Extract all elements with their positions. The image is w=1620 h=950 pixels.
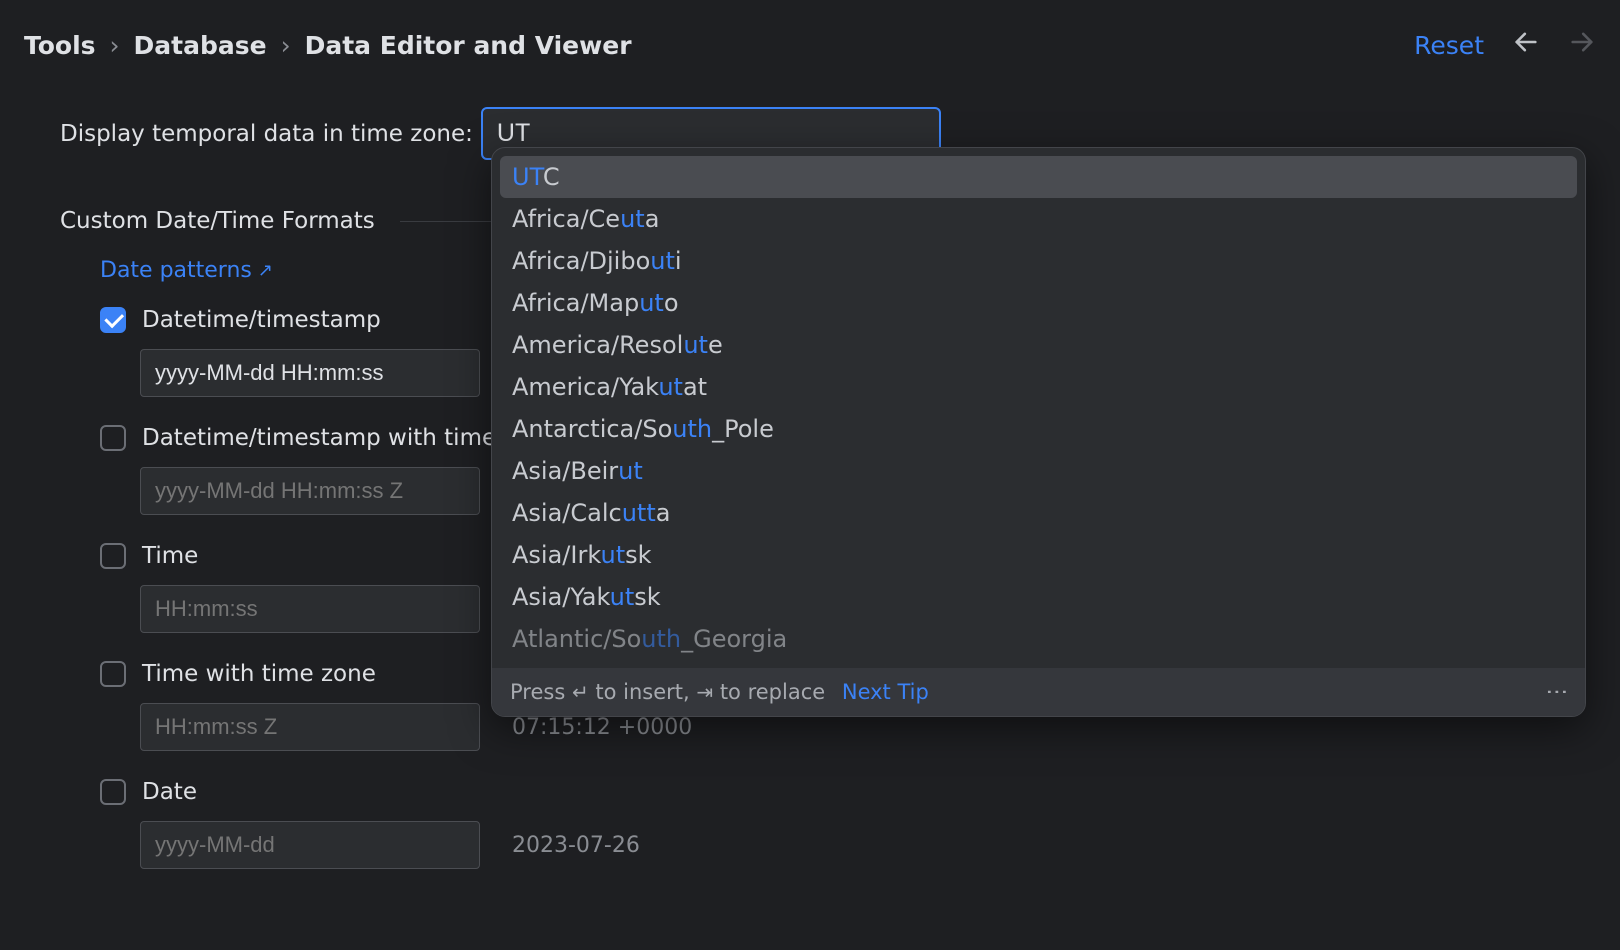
format-group: Date 2023-07-26 — [100, 779, 1576, 869]
format-label: Date — [142, 779, 197, 805]
dropdown-option[interactable]: Asia/Yakutsk — [500, 576, 1577, 618]
format-example: 2023-07-26 — [512, 833, 640, 858]
format-input[interactable] — [140, 349, 480, 397]
breadcrumb: Tools › Database › Data Editor and Viewe… — [24, 31, 632, 60]
dropdown-hint: Press ↵ to insert, ⇥ to replace Next Tip — [510, 680, 929, 704]
dropdown-option[interactable]: Antarctica/South_Pole — [500, 408, 1577, 450]
format-checkbox[interactable] — [100, 425, 126, 451]
format-input-row: 2023-07-26 — [140, 821, 1576, 869]
format-checkbox-row: Date — [100, 779, 1576, 805]
dropdown-option[interactable]: America/Resolute — [500, 324, 1577, 366]
reset-button[interactable]: Reset — [1414, 31, 1484, 60]
format-input[interactable] — [140, 821, 480, 869]
breadcrumb-item-tools[interactable]: Tools — [24, 31, 96, 60]
timezone-label: Display temporal data in time zone: — [60, 121, 473, 147]
dropdown-option[interactable]: Asia/Irkutsk — [500, 534, 1577, 576]
format-checkbox[interactable] — [100, 543, 126, 569]
format-checkbox[interactable] — [100, 307, 126, 333]
format-label: Time with time zone — [142, 661, 376, 687]
format-checkbox[interactable] — [100, 779, 126, 805]
enter-key-icon: ↵ — [572, 680, 589, 704]
dropdown-option[interactable]: Africa/Ceuta — [500, 198, 1577, 240]
date-patterns-link[interactable]: Date patterns ↗ — [100, 258, 273, 283]
format-input[interactable] — [140, 585, 480, 633]
format-label: Datetime/timestamp with time — [142, 425, 496, 451]
breadcrumb-item-database[interactable]: Database — [134, 31, 267, 60]
external-link-icon: ↗ — [258, 260, 273, 281]
dropdown-footer: Press ↵ to insert, ⇥ to replace Next Tip… — [492, 668, 1585, 716]
more-vertical-icon[interactable]: ⋮ — [1545, 681, 1567, 703]
tab-key-icon: ⇥ — [696, 680, 713, 704]
back-arrow-icon[interactable] — [1512, 28, 1540, 63]
dropdown-option[interactable]: Asia/Beirut — [500, 450, 1577, 492]
breadcrumb-separator: › — [110, 31, 120, 60]
dropdown-option[interactable]: UTC — [500, 156, 1577, 198]
dropdown-option[interactable]: Atlantic/South_Georgia — [500, 618, 1577, 660]
format-label: Time — [142, 543, 198, 569]
format-checkbox[interactable] — [100, 661, 126, 687]
dropdown-option[interactable]: America/Yakutat — [500, 366, 1577, 408]
format-input[interactable] — [140, 703, 480, 751]
timezone-dropdown: UTCAfrica/CeutaAfrica/DjiboutiAfrica/Map… — [491, 147, 1586, 717]
dropdown-option[interactable]: Africa/Djibouti — [500, 240, 1577, 282]
date-patterns-link-label: Date patterns — [100, 258, 252, 283]
forward-arrow-icon — [1568, 28, 1596, 63]
breadcrumb-separator: › — [281, 31, 291, 60]
header-actions: Reset — [1414, 28, 1596, 63]
format-example: 07:15:12 +0000 — [512, 715, 692, 740]
breadcrumb-item-data-editor[interactable]: Data Editor and Viewer — [305, 31, 632, 60]
format-label: Datetime/timestamp — [142, 307, 381, 333]
header-bar: Tools › Database › Data Editor and Viewe… — [0, 0, 1620, 87]
format-input[interactable] — [140, 467, 480, 515]
dropdown-option[interactable]: Asia/Calcutta — [500, 492, 1577, 534]
next-tip-link[interactable]: Next Tip — [842, 680, 929, 704]
dropdown-option[interactable]: Africa/Maputo — [500, 282, 1577, 324]
dropdown-list: UTCAfrica/CeutaAfrica/DjiboutiAfrica/Map… — [492, 148, 1585, 668]
